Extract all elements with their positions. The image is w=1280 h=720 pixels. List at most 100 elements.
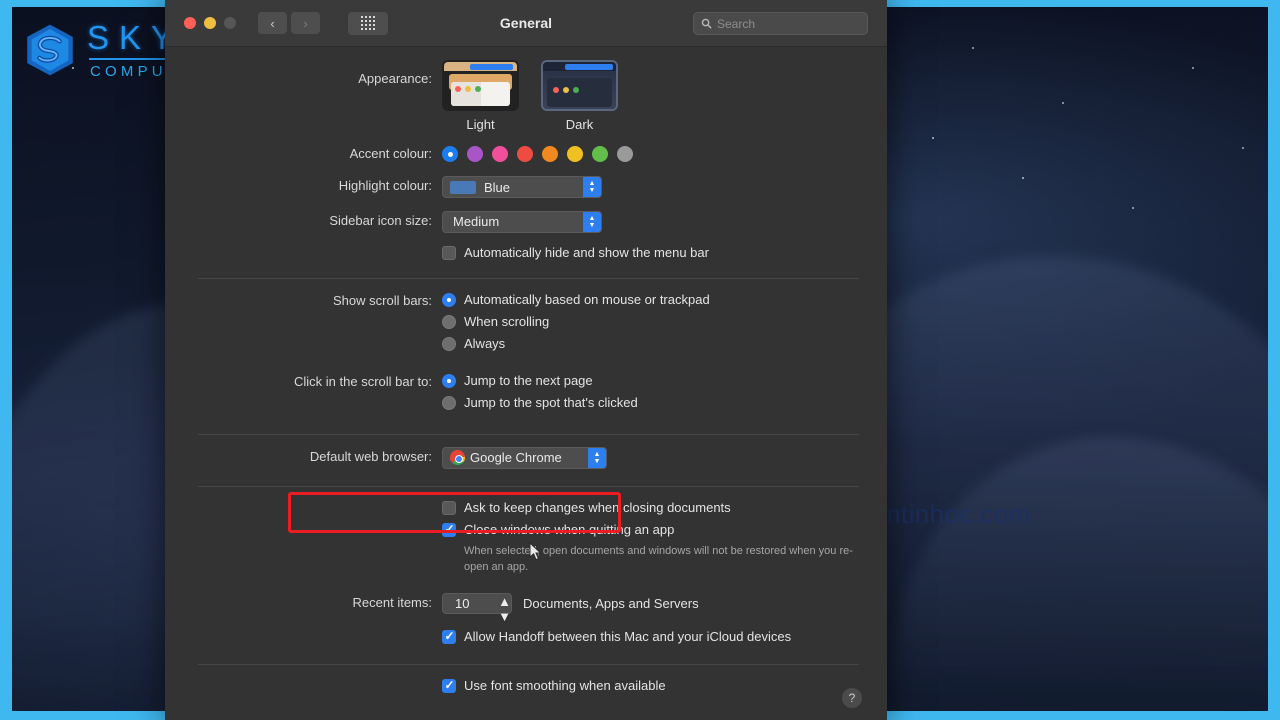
nav-buttons: ‹ › bbox=[258, 12, 320, 34]
handoff-option[interactable]: Allow Handoff between this Mac and your … bbox=[442, 628, 863, 646]
sidebar-icon-size-row: Sidebar icon size: Medium ▲ ▼ bbox=[189, 210, 863, 233]
light-theme-thumbnail bbox=[442, 60, 519, 111]
light-theme-label: Light bbox=[466, 117, 495, 132]
chevron-updown-icon: ▲ ▼ bbox=[583, 177, 601, 197]
back-button[interactable]: ‹ bbox=[258, 12, 287, 34]
accent-swatch-orange[interactable] bbox=[542, 146, 558, 162]
auto-hide-menu-bar-label: Automatically hide and show the menu bar bbox=[464, 244, 709, 260]
accent-swatch-purple[interactable] bbox=[467, 146, 483, 162]
accent-swatch-pink[interactable] bbox=[492, 146, 508, 162]
scrollbar-label-auto: Automatically based on mouse or trackpad bbox=[464, 291, 710, 307]
star bbox=[932, 137, 934, 139]
search-icon bbox=[701, 18, 712, 29]
font-smoothing-checkbox[interactable] bbox=[442, 678, 456, 693]
zoom-button bbox=[224, 17, 236, 29]
system-preferences-window: ‹ › General Search Appearance: Light Dar… bbox=[165, 0, 887, 720]
click-scroll-label-next-page: Jump to the next page bbox=[464, 372, 593, 388]
traffic-lights bbox=[184, 17, 236, 29]
star bbox=[1022, 177, 1024, 179]
accent-swatch-graphite[interactable] bbox=[617, 146, 633, 162]
appearance-row: Appearance: Light Dark bbox=[189, 47, 863, 132]
close-windows-quitting-checkbox[interactable] bbox=[442, 522, 456, 537]
default-web-browser-value: Google Chrome bbox=[470, 450, 562, 465]
appearance-option-dark[interactable]: Dark bbox=[541, 60, 618, 132]
help-button[interactable]: ? bbox=[842, 688, 862, 708]
appearance-option-light[interactable]: Light bbox=[442, 60, 519, 132]
scrollbar-option-always[interactable]: Always bbox=[442, 335, 863, 353]
font-smoothing-option[interactable]: Use font smoothing when available bbox=[442, 677, 863, 695]
handoff-checkbox[interactable] bbox=[442, 629, 456, 644]
highlight-colour-row: Highlight colour: Blue ▲ ▼ bbox=[189, 176, 863, 199]
star bbox=[1132, 207, 1134, 209]
highlight-colour-popup[interactable]: Blue ▲ ▼ bbox=[442, 176, 602, 198]
default-web-browser-label: Default web browser: bbox=[309, 448, 432, 464]
star bbox=[1192, 67, 1194, 69]
recent-items-suffix: Documents, Apps and Servers bbox=[523, 595, 699, 611]
screenshot-frame: kinhnghiemtinhoc.com kinhnghiemtinhoc.co… bbox=[0, 0, 1280, 720]
chevron-updown-icon[interactable]: ▲ ▼ bbox=[498, 594, 511, 624]
close-windows-help-text: When selected, open documents and window… bbox=[464, 545, 853, 573]
scrollbar-radio-when-scrolling[interactable] bbox=[442, 314, 456, 329]
scrollbar-label-always: Always bbox=[464, 335, 506, 351]
accent-swatch-yellow[interactable] bbox=[567, 146, 583, 162]
recent-items-row: Recent items: 10 ▲ ▼ Documents, Apps and … bbox=[189, 593, 863, 624]
show-all-button[interactable] bbox=[348, 11, 388, 35]
star bbox=[1242, 147, 1244, 149]
click-scroll-radio-next-page[interactable] bbox=[442, 373, 456, 388]
divider bbox=[198, 664, 859, 665]
documents-options-row: Ask to keep changes when closing documen… bbox=[189, 499, 863, 575]
default-web-browser-row: Default web browser: Google Chrome ▲ ▼ bbox=[189, 446, 863, 471]
font-smoothing-row: Use font smoothing when available bbox=[189, 677, 863, 699]
sky-hexagon-icon bbox=[27, 24, 73, 76]
click-scroll-label-spot-clicked: Jump to the spot that's clicked bbox=[464, 394, 638, 410]
accent-swatch-green[interactable] bbox=[592, 146, 608, 162]
highlight-colour-value: Blue bbox=[484, 179, 511, 195]
recent-items-stepper[interactable]: 10 ▲ ▼ bbox=[442, 593, 512, 624]
default-web-browser-popup[interactable]: Google Chrome ▲ ▼ bbox=[442, 446, 607, 469]
scrollbar-option-when-scrolling[interactable]: When scrolling bbox=[442, 313, 863, 331]
auto-hide-menu-bar-option[interactable]: Automatically hide and show the menu bar bbox=[442, 244, 863, 262]
accent-colour-row: Accent colour: bbox=[189, 144, 863, 164]
highlight-colour-label: Highlight colour: bbox=[338, 178, 432, 193]
divider bbox=[198, 433, 859, 435]
ask-keep-changes-label: Ask to keep changes when closing documen… bbox=[464, 500, 731, 515]
accent-swatch-blue[interactable] bbox=[442, 146, 458, 162]
highlight-colour-swatch bbox=[450, 180, 476, 194]
appearance-label: Appearance: bbox=[358, 71, 432, 86]
ask-keep-changes-option[interactable]: Ask to keep changes when closing documen… bbox=[442, 499, 863, 517]
close-button[interactable] bbox=[184, 17, 196, 29]
mouse-cursor bbox=[529, 542, 542, 561]
divider bbox=[198, 486, 859, 487]
click-scroll-option-next-page[interactable]: Jump to the next page bbox=[442, 372, 863, 390]
search-placeholder: Search bbox=[717, 16, 756, 31]
click-scroll-option-spot-clicked[interactable]: Jump to the spot that's clicked bbox=[442, 394, 863, 412]
accent-swatch-red[interactable] bbox=[517, 146, 533, 162]
click-scroll-radio-spot-clicked[interactable] bbox=[442, 395, 456, 410]
scrollbar-radio-always[interactable] bbox=[442, 336, 456, 351]
dark-theme-thumbnail bbox=[541, 60, 618, 111]
scrollbar-option-auto[interactable]: Automatically based on mouse or trackpad bbox=[442, 291, 863, 309]
font-smoothing-label: Use font smoothing when available bbox=[464, 678, 666, 693]
search-field[interactable]: Search bbox=[693, 12, 868, 35]
star bbox=[1062, 102, 1064, 104]
show-scroll-bars-label: Show scroll bars: bbox=[333, 292, 432, 308]
chrome-icon bbox=[450, 450, 465, 465]
click-scroll-bar-label: Click in the scroll bar to: bbox=[294, 373, 432, 389]
general-preferences-pane: Appearance: Light Dark Accent colour: Hi… bbox=[165, 47, 887, 720]
sidebar-icon-size-popup[interactable]: Medium ▲ ▼ bbox=[442, 210, 602, 233]
recent-items-label: Recent items: bbox=[352, 595, 432, 610]
click-scroll-bar-row: Click in the scroll bar to: Jump to the … bbox=[189, 372, 863, 416]
close-windows-quitting-option[interactable]: Close windows when quitting an app bbox=[442, 521, 863, 539]
recent-items-value: 10 bbox=[455, 596, 470, 611]
ask-keep-changes-checkbox[interactable] bbox=[442, 501, 456, 515]
grid-icon bbox=[361, 16, 375, 30]
divider bbox=[198, 277, 859, 279]
handoff-label: Allow Handoff between this Mac and your … bbox=[464, 629, 792, 644]
auto-hide-menu-bar-checkbox[interactable] bbox=[442, 245, 456, 260]
sidebar-icon-size-value: Medium bbox=[453, 214, 500, 229]
minimize-button[interactable] bbox=[204, 17, 216, 29]
scrollbar-radio-auto[interactable] bbox=[442, 292, 456, 307]
window-titlebar: ‹ › General Search bbox=[165, 0, 887, 47]
chevron-updown-icon: ▲ ▼ bbox=[588, 447, 606, 468]
forward-button: › bbox=[291, 12, 320, 34]
